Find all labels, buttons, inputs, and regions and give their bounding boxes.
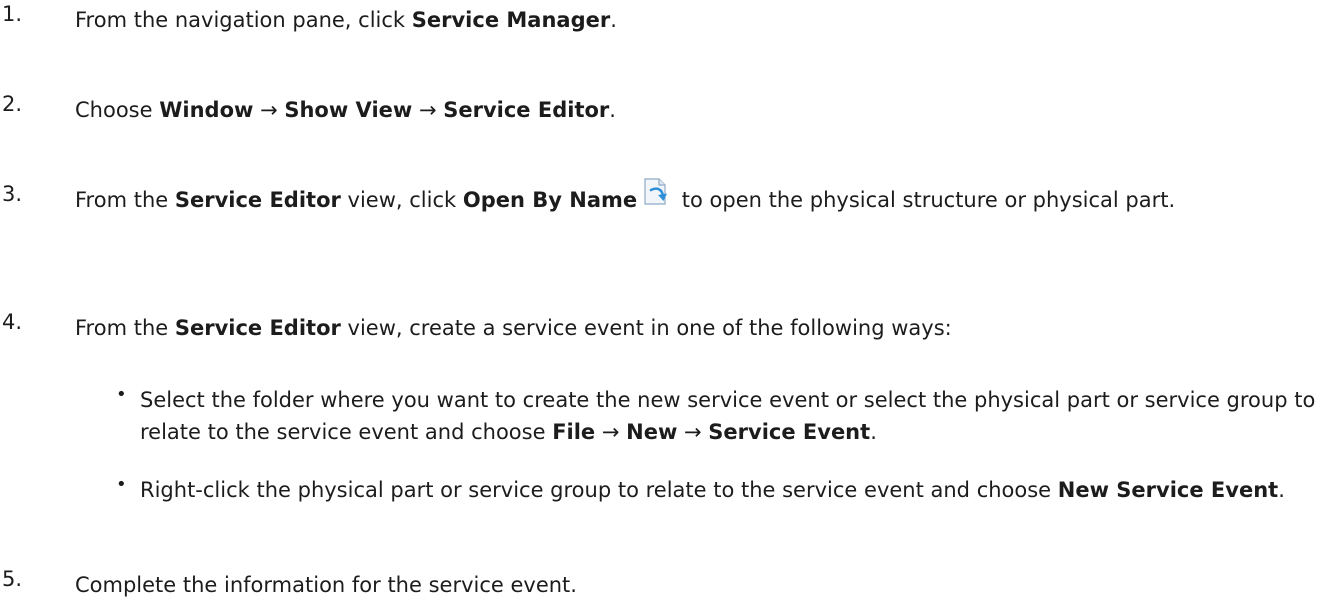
- open-by-name-icon: [643, 178, 669, 218]
- step-number: 5.: [2, 567, 23, 591]
- ui-term: Open By Name: [462, 188, 638, 212]
- step-number: 2.: [2, 92, 23, 116]
- bullet-text: Select the folder where you want to crea…: [140, 388, 1316, 444]
- ui-term: Service Editor: [443, 98, 610, 122]
- ui-term: Show View: [284, 98, 413, 122]
- step-text: From the Service Editor view, create a s…: [75, 316, 952, 340]
- step-text: From the navigation pane, click Service …: [75, 8, 617, 32]
- step-text: Choose Window → Show View → Service Edit…: [75, 98, 616, 122]
- ui-term: Service Manager: [411, 8, 611, 32]
- step-number: 1.: [2, 2, 23, 26]
- ui-term: Service Editor: [174, 188, 341, 212]
- bullet-mark: •: [116, 384, 127, 405]
- step-number: 4.: [2, 310, 23, 334]
- ui-term: New Service Event: [1057, 478, 1279, 502]
- ui-term: File: [552, 420, 596, 444]
- ui-term: Service Event: [708, 420, 871, 444]
- step-text: Complete the information for the service…: [75, 573, 577, 597]
- step-number: 3.: [2, 182, 23, 206]
- bullet-text: Right-click the physical part or service…: [140, 478, 1285, 502]
- ui-term: Service Editor: [174, 316, 341, 340]
- bullet-mark: •: [116, 474, 127, 495]
- ui-term: Window: [159, 98, 254, 122]
- step-text: From the Service Editor view, click Open…: [75, 178, 1323, 219]
- procedure-document: 1. From the navigation pane, click Servi…: [0, 0, 1335, 615]
- ui-term: New: [626, 420, 678, 444]
